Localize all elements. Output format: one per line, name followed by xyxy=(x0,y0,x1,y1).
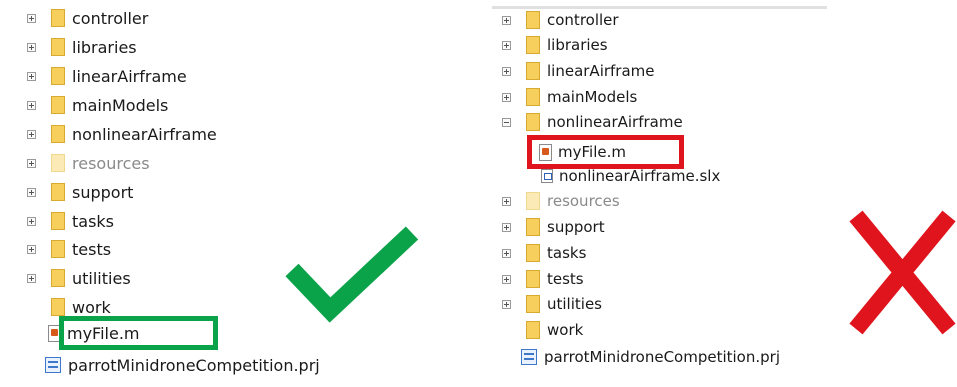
tree-item-label: resources xyxy=(72,153,150,173)
correct-highlight-box xyxy=(59,316,218,350)
tree-item-resources[interactable]: resources xyxy=(502,189,620,213)
project-file-icon xyxy=(45,357,61,373)
folder-icon xyxy=(526,321,540,339)
tree-item-nonlinearAirframe[interactable]: nonlinearAirframe xyxy=(502,110,683,134)
expand-icon[interactable] xyxy=(502,299,511,309)
expand-icon[interactable] xyxy=(27,158,36,168)
folder-icon xyxy=(51,67,65,85)
project-file-icon xyxy=(521,349,537,365)
tree-item-label: tests xyxy=(547,270,584,288)
right-file-tree: controller libraries linearAirframe main… xyxy=(492,0,832,387)
tree-item-label: support xyxy=(72,182,134,202)
simulink-file-icon xyxy=(541,169,553,183)
folder-icon xyxy=(51,212,65,230)
folder-icon xyxy=(51,154,65,172)
tree-item-resources[interactable]: resources xyxy=(27,151,150,175)
expand-icon[interactable] xyxy=(502,248,511,258)
tree-item-support[interactable]: support xyxy=(27,180,133,204)
tree-item-tests[interactable]: tests xyxy=(502,267,584,291)
tree-item-mainModels[interactable]: mainModels xyxy=(27,93,168,117)
tree-item-libraries[interactable]: libraries xyxy=(27,35,137,59)
tree-item-controller[interactable]: controller xyxy=(27,6,148,30)
expand-icon[interactable] xyxy=(502,40,511,50)
folder-icon xyxy=(51,269,65,287)
folder-icon xyxy=(526,270,540,288)
expand-icon[interactable] xyxy=(27,100,36,110)
expand-icon[interactable] xyxy=(27,42,36,52)
tree-item-label: utilities xyxy=(547,295,602,313)
tree-item-utilities[interactable]: utilities xyxy=(502,292,602,316)
tree-item-linearAirframe[interactable]: linearAirframe xyxy=(27,64,187,88)
tree-item-label: tasks xyxy=(72,211,115,231)
tree-item-support[interactable]: support xyxy=(502,215,605,239)
expand-icon[interactable] xyxy=(27,13,36,23)
expand-icon[interactable] xyxy=(27,216,36,226)
expand-icon[interactable] xyxy=(27,129,36,139)
expand-icon[interactable] xyxy=(27,71,36,81)
folder-icon xyxy=(526,244,540,262)
tree-item-label: utilities xyxy=(72,268,131,288)
folder-icon xyxy=(526,192,540,210)
tree-item-label: parrotMinidroneCompetition.prj xyxy=(68,355,320,375)
folder-icon xyxy=(526,88,540,106)
folder-icon xyxy=(526,62,540,80)
tree-item-label: support xyxy=(547,218,605,236)
tree-item-label: linearAirframe xyxy=(547,62,655,80)
tree-item-label: mainModels xyxy=(72,95,169,115)
expand-icon[interactable] xyxy=(502,92,511,102)
tree-item-label: parrotMinidroneCompetition.prj xyxy=(544,348,780,366)
tree-item-label: nonlinearAirframe.slx xyxy=(559,167,721,185)
expand-icon[interactable] xyxy=(502,15,511,25)
collapse-icon[interactable] xyxy=(502,117,511,127)
folder-icon xyxy=(51,240,65,258)
tree-item-work[interactable]: work xyxy=(526,318,583,342)
folder-open-icon xyxy=(526,113,540,131)
tree-item-project-file[interactable]: parrotMinidroneCompetition.prj xyxy=(521,345,780,369)
expand-icon[interactable] xyxy=(27,187,36,197)
wrong-highlight-box xyxy=(527,135,684,169)
tree-item-label: nonlinearAirframe xyxy=(547,113,683,131)
tree-item-label: tasks xyxy=(547,244,587,262)
folder-icon xyxy=(526,295,540,313)
tree-item-linearAirframe[interactable]: linearAirframe xyxy=(502,59,655,83)
tree-item-label: libraries xyxy=(72,37,137,57)
tree-item-label: mainModels xyxy=(547,88,638,106)
folder-icon xyxy=(51,183,65,201)
tree-item-nonlinearAirframe[interactable]: nonlinearAirframe xyxy=(27,122,217,146)
tree-item-label: nonlinearAirframe xyxy=(72,124,217,144)
expand-icon[interactable] xyxy=(502,274,511,284)
tree-item-mainModels[interactable]: mainModels xyxy=(502,85,637,109)
tree-item-label: controller xyxy=(72,8,149,28)
expand-icon[interactable] xyxy=(502,222,511,232)
folder-icon xyxy=(51,9,65,27)
tree-item-utilities[interactable]: utilities xyxy=(27,266,131,290)
folder-icon xyxy=(51,38,65,56)
tree-item-label: work xyxy=(72,297,111,317)
tree-item-libraries[interactable]: libraries xyxy=(502,33,608,57)
expand-icon[interactable] xyxy=(27,244,36,254)
tree-item-label: controller xyxy=(547,11,619,29)
tree-item-label: work xyxy=(547,321,584,339)
tree-item-controller[interactable]: controller xyxy=(502,8,619,32)
expand-icon[interactable] xyxy=(502,66,511,76)
tree-item-label: resources xyxy=(547,192,620,210)
tree-item-project-file[interactable]: parrotMinidroneCompetition.prj xyxy=(45,353,320,377)
folder-icon xyxy=(526,218,540,236)
folder-icon xyxy=(51,125,65,143)
tree-item-label: linearAirframe xyxy=(72,66,187,86)
expand-icon[interactable] xyxy=(27,273,36,283)
expand-icon[interactable] xyxy=(502,196,511,206)
tree-item-label: tests xyxy=(72,239,112,259)
folder-icon xyxy=(526,11,540,29)
tree-item-tasks[interactable]: tasks xyxy=(27,209,114,233)
tree-item-label: libraries xyxy=(547,36,608,54)
tree-item-tasks[interactable]: tasks xyxy=(502,241,586,265)
check-mark-icon xyxy=(285,226,419,323)
folder-icon xyxy=(526,36,540,54)
tree-item-tests[interactable]: tests xyxy=(27,237,111,261)
x-mark-icon xyxy=(849,210,956,335)
folder-icon xyxy=(51,298,65,316)
folder-icon xyxy=(51,96,65,114)
